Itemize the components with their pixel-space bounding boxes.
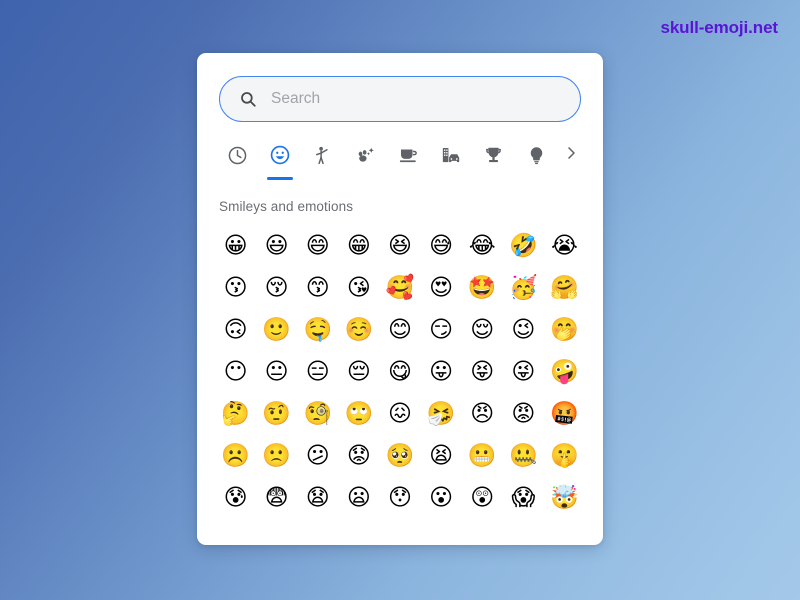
tab-activities[interactable] [473,140,516,180]
emoji-worried-face[interactable]: 😟 [338,440,379,472]
tab-underline [524,177,550,180]
emoji-picker-card: Smileys and emotions 😀😃😄😁😆😅😂🤣😭 😗😚😙😘🥰😍🤩🥳🤗 🙃… [197,53,603,545]
emoji-pouting-face[interactable]: 😡 [503,398,544,430]
emoji-grid: 😀 😃 😄 😁 😆 😅 😂 🤣 😭 😗 😚 😙 😘 🥰 😍 🤩 🥳 🤗 🙃 🙂 🤤 ☺️ 😊 😏 😌 😉 🤭 😶 😐 😑 😔 😋 😛 😝 😜 🤪 🤔 🤨 🧐… [197,214,603,514]
next-categories-button[interactable] [558,140,584,170]
tab-food-drink[interactable] [387,140,430,180]
emoji-slightly-smiling-face[interactable]: 🙂 [256,314,297,346]
tab-smileys[interactable] [259,140,302,180]
emoji-face-with-open-mouth[interactable]: 😮 [421,482,462,514]
emoji-face-with-tongue[interactable]: 😛 [421,356,462,388]
tab-underline [481,177,507,180]
emoji-grinning-face[interactable]: 😀 [215,230,256,262]
tab-underline [353,177,379,180]
emoji-anxious-face-with-sweat[interactable]: 😰 [215,482,256,514]
emoji-zany-face[interactable]: 🤪 [544,356,585,388]
emoji-grinning-face-with-big-eyes[interactable]: 😃 [256,230,297,262]
emoji-confused-face[interactable]: 😕 [297,440,338,472]
tab-underline [438,177,464,180]
nature-icon [355,140,376,170]
emoji-frowning-face-with-open-mouth[interactable]: 😦 [338,482,379,514]
trophy-icon [483,140,504,170]
emoji-grinning-squinting-face[interactable]: 😆 [379,230,420,262]
emoji-exploding-head[interactable]: 🤯 [544,482,585,514]
emoji-kissing-face-with-closed-eyes[interactable]: 😚 [256,272,297,304]
emoji-kissing-face[interactable]: 😗 [215,272,256,304]
search-icon [238,90,257,109]
emoji-angry-face[interactable]: 😠 [462,398,503,430]
emoji-smiling-face[interactable]: ☺️ [338,314,379,346]
emoji-slightly-frowning-face[interactable]: 🙁 [256,440,297,472]
emoji-drooling-face[interactable]: 🤤 [297,314,338,346]
emoji-expressionless-face[interactable]: 😑 [297,356,338,388]
emoji-beaming-face-with-smiling-eyes[interactable]: 😁 [338,230,379,262]
emoji-rolling-on-the-floor-laughing[interactable]: 🤣 [503,230,544,262]
emoji-loudly-crying-face[interactable]: 😭 [544,230,585,262]
emoji-grinning-face-with-sweat[interactable]: 😅 [421,230,462,262]
chevron-right-icon [563,145,579,166]
emoji-astonished-face[interactable]: 😲 [462,482,503,514]
tab-underline [224,177,250,180]
emoji-shushing-face[interactable]: 🤫 [544,440,585,472]
category-tabs [197,122,603,180]
tab-people[interactable] [302,140,345,180]
emoji-face-screaming-in-fear[interactable]: 😱 [503,482,544,514]
tab-objects[interactable] [515,140,558,180]
emoji-grimacing-face[interactable]: 😬 [462,440,503,472]
section-title: Smileys and emotions [219,199,354,214]
tab-recent[interactable] [216,140,259,180]
emoji-face-without-mouth[interactable]: 😶 [215,356,256,388]
smiley-icon [269,140,291,170]
emoji-neutral-face[interactable]: 😐 [256,356,297,388]
emoji-kissing-face-with-smiling-eyes[interactable]: 😙 [297,272,338,304]
tab-underline-active [267,177,294,180]
emoji-face-with-symbols-on-mouth[interactable]: 🤬 [544,398,585,430]
emoji-pleading-face[interactable]: 🥺 [379,440,420,472]
tab-animals-nature[interactable] [344,140,387,180]
bulb-icon [526,140,547,170]
search-section [197,53,603,122]
emoji-thinking-face[interactable]: 🤔 [215,398,256,430]
emoji-grinning-face-with-smiling-eyes[interactable]: 😄 [297,230,338,262]
emoji-smiling-face-with-hearts[interactable]: 🥰 [379,272,420,304]
emoji-zipper-mouth-face[interactable]: 🤐 [503,440,544,472]
emoji-relieved-face[interactable]: 😌 [462,314,503,346]
food-icon [398,140,419,170]
emoji-fearful-face[interactable]: 😨 [256,482,297,514]
emoji-face-savoring-food[interactable]: 😋 [379,356,420,388]
site-watermark: skull-emoji.net [660,18,778,37]
emoji-face-blowing-a-kiss[interactable]: 😘 [338,272,379,304]
person-icon [312,140,333,170]
tab-underline [395,177,421,180]
travel-icon [441,140,462,170]
emoji-confounded-face[interactable]: 😖 [379,398,420,430]
emoji-face-with-rolling-eyes[interactable]: 🙄 [338,398,379,430]
tab-underline [310,177,336,180]
emoji-squinting-face-with-tongue[interactable]: 😝 [462,356,503,388]
emoji-winking-face[interactable]: 😉 [503,314,544,346]
emoji-smirking-face[interactable]: 😏 [421,314,462,346]
emoji-upside-down-face[interactable]: 🙃 [215,314,256,346]
emoji-frowning-face[interactable]: ☹️ [215,440,256,472]
emoji-face-with-hand-over-mouth[interactable]: 🤭 [544,314,585,346]
search-box[interactable] [219,76,581,122]
emoji-sneezing-face[interactable]: 🤧 [421,398,462,430]
emoji-tired-face[interactable]: 😫 [421,440,462,472]
emoji-anguished-face[interactable]: 😧 [297,482,338,514]
clock-icon [227,140,248,170]
emoji-face-with-raised-eyebrow[interactable]: 🤨 [256,398,297,430]
emoji-face-with-monocle[interactable]: 🧐 [297,398,338,430]
emoji-partying-face[interactable]: 🥳 [503,272,544,304]
search-input[interactable] [271,77,562,121]
emoji-star-struck[interactable]: 🤩 [462,272,503,304]
emoji-smiling-face-with-smiling-eyes[interactable]: 😊 [379,314,420,346]
emoji-face-with-tears-of-joy[interactable]: 😂 [462,230,503,262]
emoji-pensive-face[interactable]: 😔 [338,356,379,388]
emoji-winking-face-with-tongue[interactable]: 😜 [503,356,544,388]
tab-travel-places[interactable] [430,140,473,180]
emoji-hugging-face[interactable]: 🤗 [544,272,585,304]
emoji-smiling-face-with-heart-eyes[interactable]: 😍 [421,272,462,304]
emoji-hushed-face[interactable]: 😯 [379,482,420,514]
